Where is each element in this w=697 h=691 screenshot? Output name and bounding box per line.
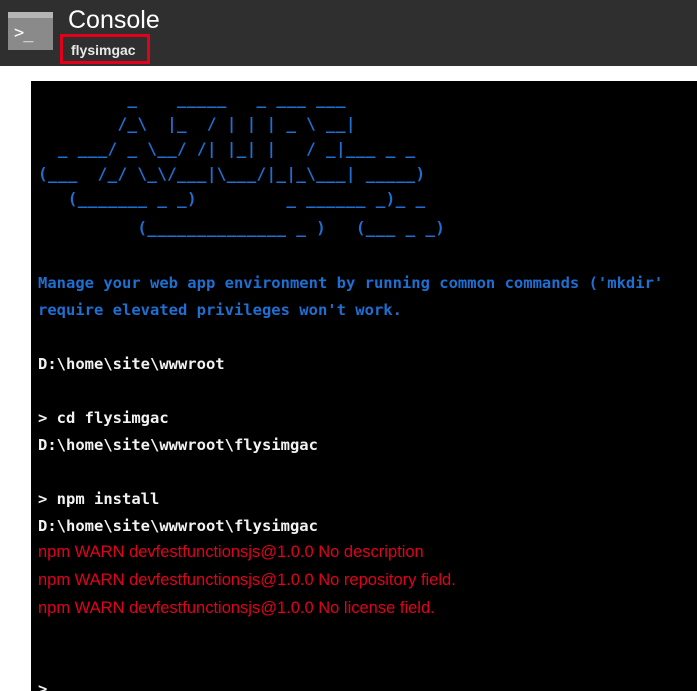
warning-line: npm WARN devfestfunctionsjs@1.0.0 No des… <box>38 543 424 561</box>
intro-text: Manage your web app environment by runni… <box>38 274 664 292</box>
page-title: Console <box>68 6 160 34</box>
ascii-art-line: _ _____ _ ___ ___ <box>38 89 346 108</box>
ascii-art-line: _ ___/ _ \__/ /| |_| | / _|___ _ _ <box>38 139 416 158</box>
working-directory: D:\home\site\wwwroot\flysimgac <box>38 436 318 454</box>
command-line: > cd flysimgac <box>38 409 169 427</box>
app-name: flysimgac <box>71 42 136 58</box>
console-icon-glyph: >_ <box>14 23 34 43</box>
intro-text: require elevated privileges won't work. <box>38 301 402 319</box>
ascii-art-line: (___ /_/ \_\/___|\___/|_|_\___| _____) <box>38 164 426 183</box>
ascii-art-line: (_______ _ _) _ ______ _)_ _ <box>38 189 426 208</box>
command-prompt[interactable]: > <box>38 679 47 691</box>
ascii-art-line: /_\ |_ / | | | _ \ __| <box>38 114 356 133</box>
working-directory: D:\home\site\wwwroot <box>38 355 225 373</box>
ascii-art-line: (______________ _ ) (___ _ _) <box>38 218 446 237</box>
console-icon: >_ <box>8 12 53 50</box>
warning-line: npm WARN devfestfunctionsjs@1.0.0 No lic… <box>38 599 435 617</box>
subtitle-highlight: flysimgac <box>60 34 150 64</box>
console-header: >_ Console flysimgac <box>0 0 697 66</box>
warning-line: npm WARN devfestfunctionsjs@1.0.0 No rep… <box>38 571 456 589</box>
working-directory: D:\home\site\wwwroot\flysimgac <box>38 517 318 535</box>
console-terminal[interactable]: _ _____ _ ___ ___ /_\ |_ / | | | _ \ __|… <box>31 81 697 691</box>
command-line: > npm install <box>38 490 160 508</box>
